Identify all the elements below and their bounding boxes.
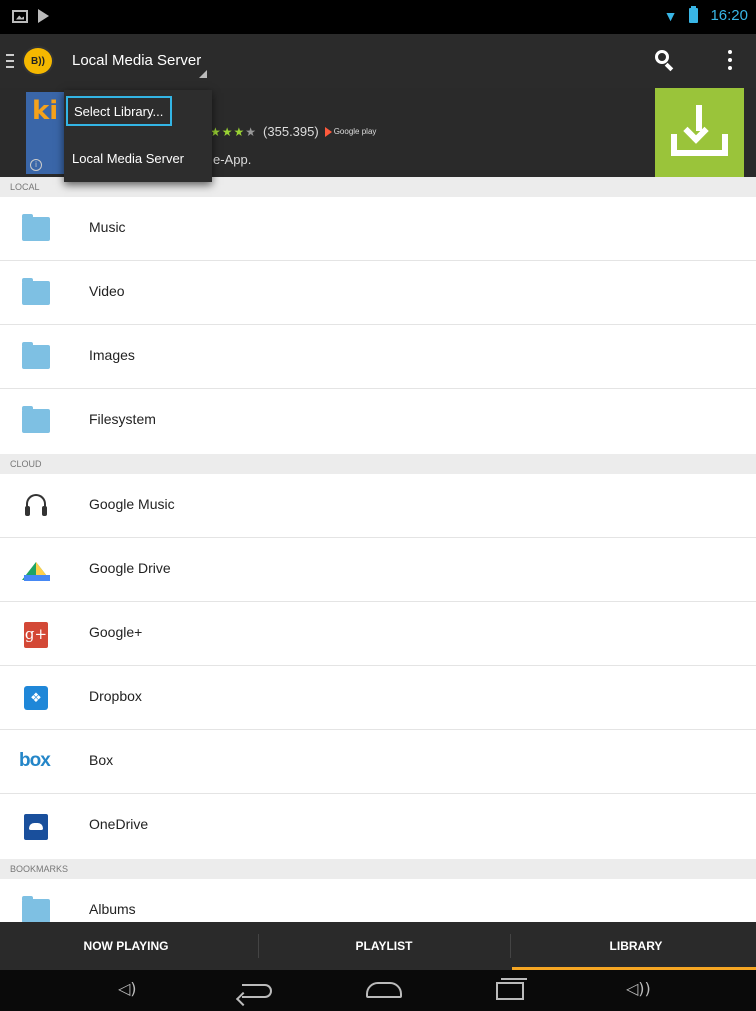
list-item-label: Google Drive xyxy=(89,560,171,576)
list-item-label: OneDrive xyxy=(89,816,149,832)
tab-now-playing[interactable]: NOW PLAYING xyxy=(0,922,252,970)
section-header-cloud: CLOUD xyxy=(0,454,756,474)
list-item-label: Google+ xyxy=(89,624,143,640)
list-item[interactable]: Google Music xyxy=(0,474,756,538)
library-spinner[interactable]: Local Media Server xyxy=(72,52,201,69)
drawer-icon[interactable] xyxy=(6,54,14,68)
spinner-caret-icon xyxy=(199,70,207,78)
folder-icon xyxy=(22,406,50,433)
wifi-icon: ▼ xyxy=(663,7,678,24)
box-icon: box xyxy=(19,750,51,771)
ad-info-icon[interactable]: i xyxy=(30,159,42,171)
google-play-icon xyxy=(324,126,332,137)
dropbox-icon: ❖ xyxy=(24,686,48,710)
list-item[interactable]: Albums xyxy=(0,879,756,922)
list-item[interactable]: Google Drive xyxy=(0,538,756,602)
volume-down-icon[interactable]: ◁) xyxy=(118,979,137,998)
folder-icon xyxy=(22,278,50,305)
system-navigation-bar: ◁) ◁)) xyxy=(0,970,756,1011)
list-item[interactable]: Music xyxy=(0,197,756,261)
list-item-label: Music xyxy=(89,219,126,235)
search-icon[interactable] xyxy=(652,48,678,74)
google-drive-icon xyxy=(22,558,50,582)
ad-rating-count: (355.395) xyxy=(263,124,319,139)
list-item-label: Video xyxy=(89,283,125,299)
list-item[interactable]: g+ Google+ xyxy=(0,602,756,666)
google-play-badge: Google play xyxy=(324,126,376,137)
tab-playlist[interactable]: PLAYLIST xyxy=(258,922,510,970)
home-icon[interactable] xyxy=(366,982,402,998)
play-notification-icon xyxy=(38,9,49,23)
bottom-tab-bar: NOW PLAYING PLAYLIST LIBRARY xyxy=(0,922,756,970)
section-header-bookmarks: BOOKMARKS xyxy=(0,859,756,879)
list-item[interactable]: Images xyxy=(0,325,756,389)
folder-icon xyxy=(22,342,50,369)
rating-stars-icon: ★★★★ xyxy=(210,124,258,139)
volume-up-icon[interactable]: ◁)) xyxy=(626,979,651,998)
list-item-label: Albums xyxy=(89,901,136,917)
folder-icon xyxy=(22,214,50,241)
list-item-label: Box xyxy=(89,752,114,768)
folder-icon xyxy=(22,896,50,922)
action-bar: B)) Local Media Server xyxy=(0,34,756,88)
status-bar: ▼ 16:20 xyxy=(0,0,756,34)
ad-download-button[interactable] xyxy=(655,88,744,177)
battery-icon xyxy=(689,6,699,23)
dropdown-item-select-library[interactable]: Select Library... xyxy=(66,96,172,126)
list-item[interactable]: ❖ Dropbox xyxy=(0,666,756,730)
ad-rating: ★★★★ (355.395) Google play xyxy=(210,124,376,139)
overflow-menu-icon[interactable] xyxy=(722,50,738,74)
status-time: 16:20 xyxy=(710,7,748,24)
ad-description: e-App. xyxy=(213,152,252,167)
recent-apps-icon[interactable] xyxy=(496,978,527,1000)
list-item[interactable]: Video xyxy=(0,261,756,325)
google-plus-icon: g+ xyxy=(24,622,48,648)
list-item-label: Dropbox xyxy=(89,688,142,704)
gallery-notification-icon xyxy=(12,9,28,23)
app-logo[interactable]: B)) xyxy=(22,46,54,76)
list-item-label: Images xyxy=(89,347,135,363)
onedrive-icon xyxy=(24,814,48,840)
list-item-label: Google Music xyxy=(89,496,175,512)
tab-library[interactable]: LIBRARY xyxy=(510,922,756,970)
library-dropdown: Select Library... Local Media Server xyxy=(64,90,212,182)
list-item-label: Filesystem xyxy=(89,411,156,427)
list-item[interactable]: Filesystem xyxy=(0,389,756,453)
dropdown-item-local-media-server[interactable]: Local Media Server xyxy=(64,136,212,182)
back-icon[interactable] xyxy=(242,984,272,998)
list-item[interactable]: OneDrive xyxy=(0,794,756,858)
headphones-icon xyxy=(22,494,50,518)
list-item[interactable]: box Box xyxy=(0,730,756,794)
